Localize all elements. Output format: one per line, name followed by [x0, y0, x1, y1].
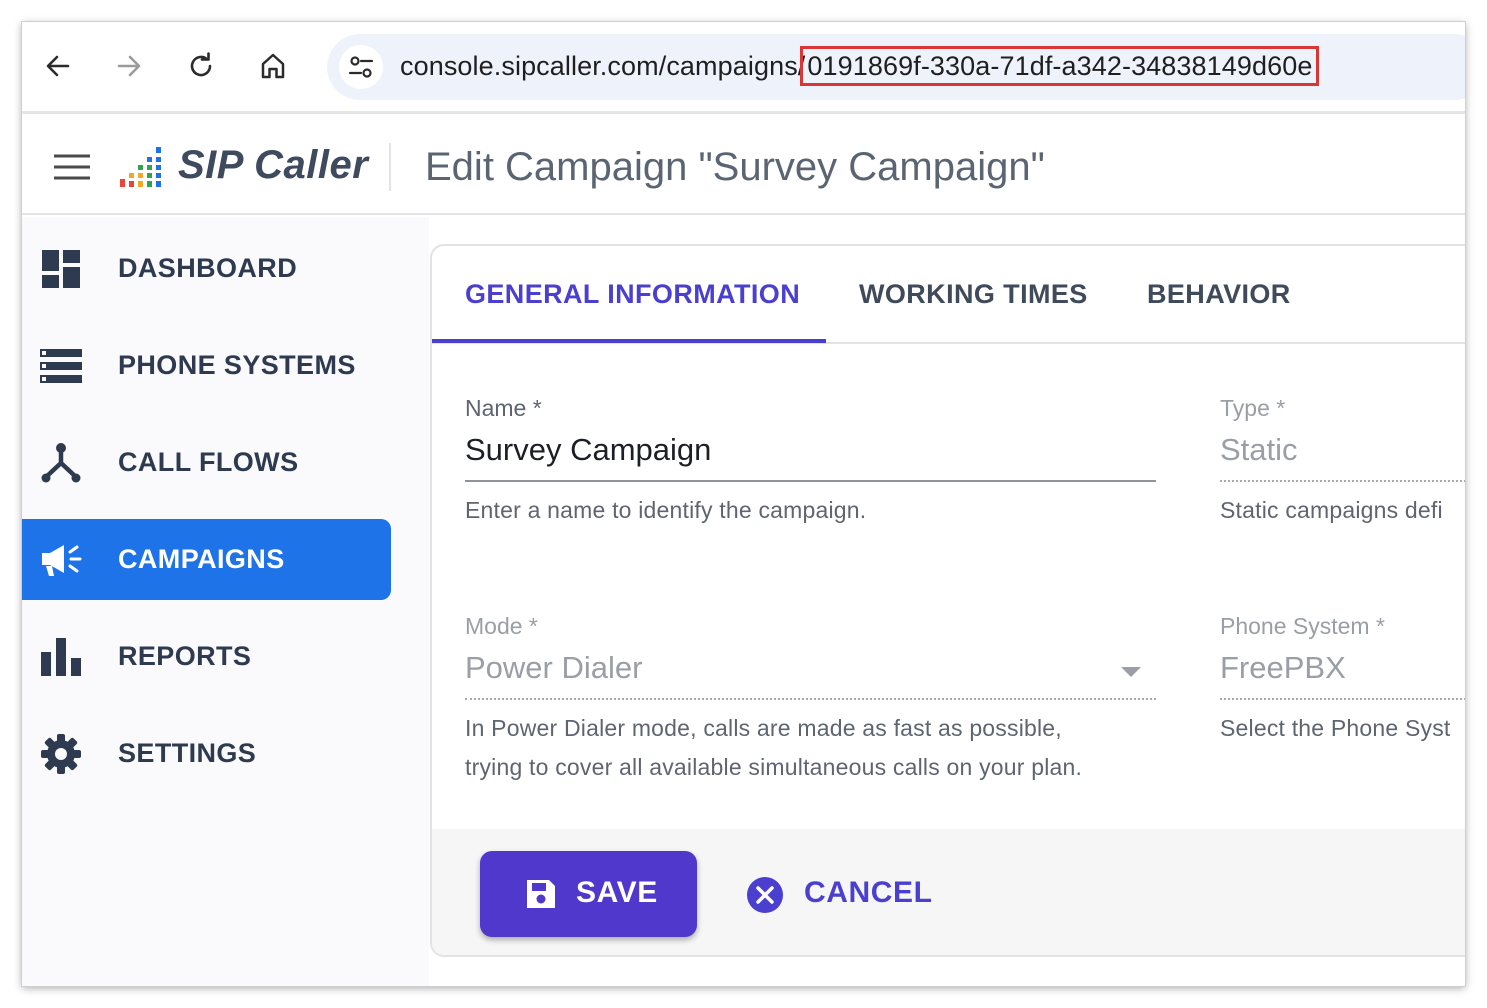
phone-system-select: FreePBX	[1220, 650, 1346, 685]
tab-bar: GENERAL INFORMATION WORKING TIMES BEHAVI…	[432, 246, 1465, 344]
cancel-button[interactable]: CANCEL	[742, 851, 942, 937]
sidebar-item-dashboard[interactable]: DASHBOARD	[22, 228, 391, 309]
url-campaign-id: 0191869f-330a-71df-a342-34838149d60e	[800, 46, 1320, 86]
save-button-label: SAVE	[576, 876, 658, 909]
tab-behavior[interactable]: BEHAVIOR	[1147, 279, 1291, 310]
sidebar-item-call-flows[interactable]: CALL FLOWS	[22, 422, 391, 503]
phone-system-field-label: Phone System *	[1220, 613, 1385, 639]
sidebar-item-label: CAMPAIGNS	[118, 544, 285, 574]
site-settings-icon[interactable]	[339, 45, 383, 89]
app-header: SIP Caller Edit Campaign "Survey Campaig…	[22, 117, 1465, 215]
sidebar-item-settings[interactable]: SETTINGS	[22, 713, 391, 794]
browser-toolbar: console.sipcaller.com/campaigns/0191869f…	[22, 22, 1465, 114]
save-button[interactable]: SAVE	[480, 851, 697, 937]
sidebar-item-campaigns[interactable]: CAMPAIGNS	[22, 519, 391, 600]
type-select-underline	[1220, 480, 1465, 482]
sidebar: DASHBOARD PHONE SYSTEMS CALL FLOWS CAMPA…	[22, 217, 429, 986]
tab-general-information[interactable]: GENERAL INFORMATION	[465, 279, 800, 310]
browser-window: console.sipcaller.com/campaigns/0191869f…	[22, 22, 1465, 986]
hamburger-menu-icon[interactable]	[53, 153, 91, 186]
page-title: Edit Campaign "Survey Campaign"	[425, 145, 1045, 189]
logo-text: SIP Caller	[178, 143, 369, 187]
gear-icon	[40, 733, 82, 775]
call-flows-icon	[40, 442, 82, 484]
sidebar-item-label: PHONE SYSTEMS	[118, 350, 356, 380]
floppy-disk-icon	[525, 878, 557, 915]
sidebar-item-reports[interactable]: REPORTS	[22, 616, 391, 697]
type-select: Static	[1220, 432, 1298, 467]
name-field-label: Name *	[465, 395, 542, 421]
type-helper-text: Static campaigns defi	[1220, 497, 1443, 523]
tab-working-times[interactable]: WORKING TIMES	[859, 279, 1088, 310]
home-icon[interactable]	[257, 50, 289, 82]
name-helper-text: Enter a name to identify the campaign.	[465, 497, 867, 523]
sidebar-item-label: REPORTS	[118, 641, 252, 671]
back-arrow-icon[interactable]	[42, 50, 74, 82]
url-text[interactable]: console.sipcaller.com/campaigns/0191869f…	[400, 46, 1320, 86]
reload-icon[interactable]	[185, 50, 217, 82]
mode-helper-text-line-2: trying to cover all available simultaneo…	[465, 754, 1083, 780]
mode-select: Power Dialer	[465, 650, 643, 685]
mode-select-underline	[465, 698, 1156, 700]
mode-helper-text-line-1: In Power Dialer mode, calls are made as …	[465, 715, 1062, 741]
bar-chart-icon	[40, 636, 82, 678]
phone-system-select-underline	[1220, 698, 1465, 700]
sidebar-item-phone-systems[interactable]: PHONE SYSTEMS	[22, 325, 391, 406]
campaign-form-card: GENERAL INFORMATION WORKING TIMES BEHAVI…	[430, 244, 1465, 957]
list-icon	[40, 345, 82, 387]
cancel-button-label: CANCEL	[804, 876, 933, 909]
megaphone-icon	[40, 539, 82, 581]
phone-system-helper-text: Select the Phone Syst	[1220, 715, 1451, 741]
type-field-label: Type *	[1220, 395, 1286, 421]
url-base: console.sipcaller.com/campaigns/	[400, 51, 806, 81]
address-bar[interactable]: console.sipcaller.com/campaigns/0191869f…	[327, 34, 1465, 100]
mode-field-label: Mode *	[465, 613, 538, 639]
header-divider	[389, 143, 391, 191]
sidebar-item-label: DASHBOARD	[118, 253, 298, 283]
name-input-underline	[465, 480, 1156, 482]
form-actions: SAVE CANCEL	[432, 829, 1465, 955]
forward-arrow-icon[interactable]	[113, 50, 145, 82]
chevron-down-icon	[1121, 667, 1141, 677]
close-circle-icon	[746, 876, 784, 919]
sidebar-item-label: SETTINGS	[118, 738, 257, 768]
sip-caller-logo-icon	[120, 147, 164, 189]
name-input[interactable]: Survey Campaign	[465, 432, 711, 468]
active-tab-indicator	[432, 339, 826, 343]
sidebar-item-label: CALL FLOWS	[118, 447, 299, 477]
dashboard-icon	[40, 248, 82, 290]
